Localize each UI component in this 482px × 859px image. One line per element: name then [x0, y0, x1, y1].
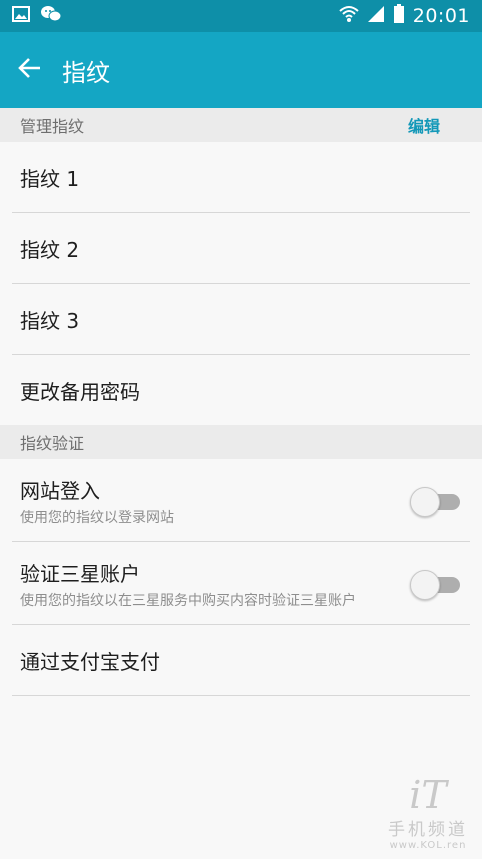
clock: 20:01 [412, 5, 470, 27]
app-bar: 指纹 [0, 32, 482, 108]
list-item-label: 指纹 2 [20, 237, 80, 262]
wifi-icon [339, 5, 359, 27]
image-icon [12, 6, 30, 26]
toggle-thumb [410, 570, 440, 600]
back-button[interactable] [16, 56, 44, 84]
fingerprint-item-3[interactable]: 指纹 3 [0, 284, 482, 354]
section-title: 指纹验证 [20, 434, 85, 453]
page-title: 指纹 [62, 58, 110, 87]
fingerprint-item-2[interactable]: 指纹 2 [0, 213, 482, 283]
watermark-title: 手机频道 [388, 820, 468, 840]
divider [12, 695, 470, 696]
change-backup-password[interactable]: 更改备用密码 [0, 355, 482, 425]
web-login-row[interactable]: 网站登入 使用您的指纹以登录网站 [0, 459, 482, 541]
web-login-subtitle: 使用您的指纹以登录网站 [20, 510, 174, 526]
fingerprint-item-1[interactable]: 指纹 1 [0, 142, 482, 212]
alipay-row[interactable]: 通过支付宝支付 [0, 625, 482, 695]
arrow-left-icon [18, 57, 42, 83]
section-header-verify: 指纹验证 [0, 425, 482, 459]
samsung-account-toggle[interactable] [410, 569, 462, 600]
samsung-account-subtitle: 使用您的指纹以在三星服务中购买内容时验证三星账户 [20, 593, 356, 609]
edit-button[interactable]: 编辑 [408, 113, 440, 137]
watermark-url: www.KOL.ren [389, 840, 467, 851]
section-header-manage: 管理指纹 编辑 [0, 108, 482, 142]
wechat-icon [40, 5, 62, 27]
watermark-logo: iT [409, 773, 447, 817]
samsung-account-row[interactable]: 验证三星账户 使用您的指纹以在三星服务中购买内容时验证三星账户 [0, 542, 482, 624]
list-item-label: 指纹 3 [20, 308, 80, 333]
web-login-toggle[interactable] [410, 486, 462, 517]
web-login-title: 网站登入 [20, 479, 100, 503]
samsung-account-title: 验证三星账户 [20, 562, 140, 586]
list-item-label: 通过支付宝支付 [20, 649, 160, 674]
status-bar: 20:01 [0, 0, 482, 32]
list-item-label: 指纹 1 [20, 166, 80, 191]
battery-icon [393, 4, 405, 28]
watermark: iT 手机频道 www.KOL.ren [388, 775, 468, 851]
section-title: 管理指纹 [20, 117, 85, 136]
signal-icon [367, 5, 385, 27]
toggle-thumb [410, 487, 440, 517]
list-item-label: 更改备用密码 [20, 379, 140, 404]
